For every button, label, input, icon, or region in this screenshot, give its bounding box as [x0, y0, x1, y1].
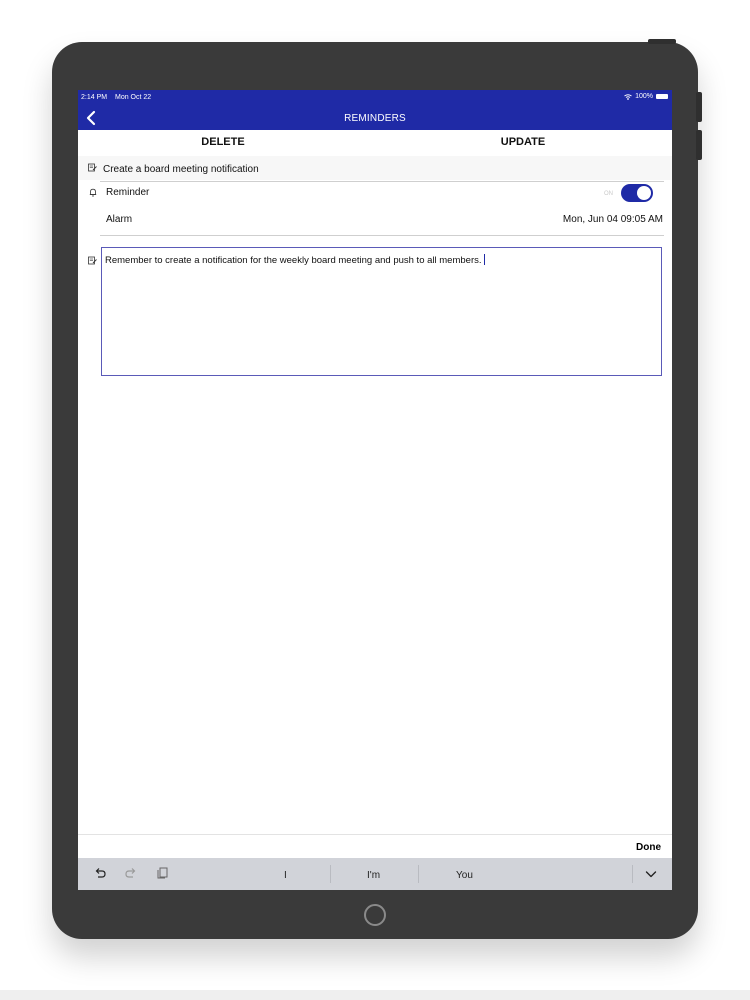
reminder-label: Reminder: [106, 187, 150, 198]
alarm-label: Alarm: [106, 214, 133, 225]
undo-icon[interactable]: [93, 866, 107, 883]
notes-text: Remember to create a notification for th…: [105, 255, 482, 266]
done-button[interactable]: Done: [636, 842, 661, 853]
notes-icon: [88, 252, 97, 270]
keyboard-shortcut-bar: I I'm You: [78, 858, 672, 890]
suggestion-item[interactable]: I: [284, 870, 287, 881]
divider: [100, 235, 664, 236]
suggestion-separator: [632, 865, 633, 883]
reminder-row: Reminder ON: [78, 182, 672, 206]
paste-icon[interactable]: [156, 866, 169, 883]
power-button: [648, 39, 676, 44]
suggestion-item[interactable]: I'm: [367, 870, 380, 881]
keyboard-accessory-bar: Done: [78, 834, 672, 859]
volume-up-button: [696, 92, 702, 122]
battery-percent: 100%: [635, 93, 653, 100]
status-indicators: 100%: [624, 93, 668, 100]
toggle-knob: [637, 186, 651, 200]
volume-down-button: [696, 130, 702, 160]
alarm-value: Mon, Jun 04 09:05 AM: [562, 214, 663, 225]
delete-button[interactable]: DELETE: [188, 136, 258, 148]
suggestion-item[interactable]: You: [456, 870, 473, 881]
screen: 2:14 PM Mon Oct 22 100% REMINDERS DELETE…: [78, 90, 672, 890]
status-date: Mon Oct 22: [115, 94, 152, 101]
edit-note-icon: [88, 163, 97, 175]
wifi-icon: [624, 93, 632, 100]
home-button[interactable]: [364, 904, 386, 926]
battery-icon: [656, 94, 668, 99]
page-bottom-strip: [0, 990, 750, 1000]
action-bar: DELETE UPDATE: [78, 130, 672, 154]
reminder-title: Create a board meeting notification: [103, 164, 259, 175]
status-time: 2:14 PM: [81, 94, 108, 101]
notes-textarea[interactable]: Remember to create a notification for th…: [101, 247, 662, 376]
update-button[interactable]: UPDATE: [488, 136, 558, 148]
status-bar: 2:14 PM Mon Oct 22 100%: [78, 90, 672, 106]
chevron-down-icon[interactable]: [644, 867, 658, 884]
tablet-frame: 2:14 PM Mon Oct 22 100% REMINDERS DELETE…: [52, 39, 702, 939]
bell-icon: [89, 188, 97, 200]
redo-icon[interactable]: [124, 866, 138, 883]
toggle-state-label: ON: [604, 191, 613, 197]
alarm-row[interactable]: Alarm Mon, Jun 04 09:05 AM: [78, 208, 672, 232]
suggestion-separator: [330, 865, 331, 883]
text-caret: [483, 254, 485, 265]
nav-title: REMINDERS: [344, 113, 406, 124]
reminder-toggle[interactable]: [621, 184, 653, 202]
suggestion-separator: [418, 865, 419, 883]
reminder-title-row[interactable]: Create a board meeting notification: [78, 156, 672, 180]
nav-bar: REMINDERS: [78, 106, 672, 130]
